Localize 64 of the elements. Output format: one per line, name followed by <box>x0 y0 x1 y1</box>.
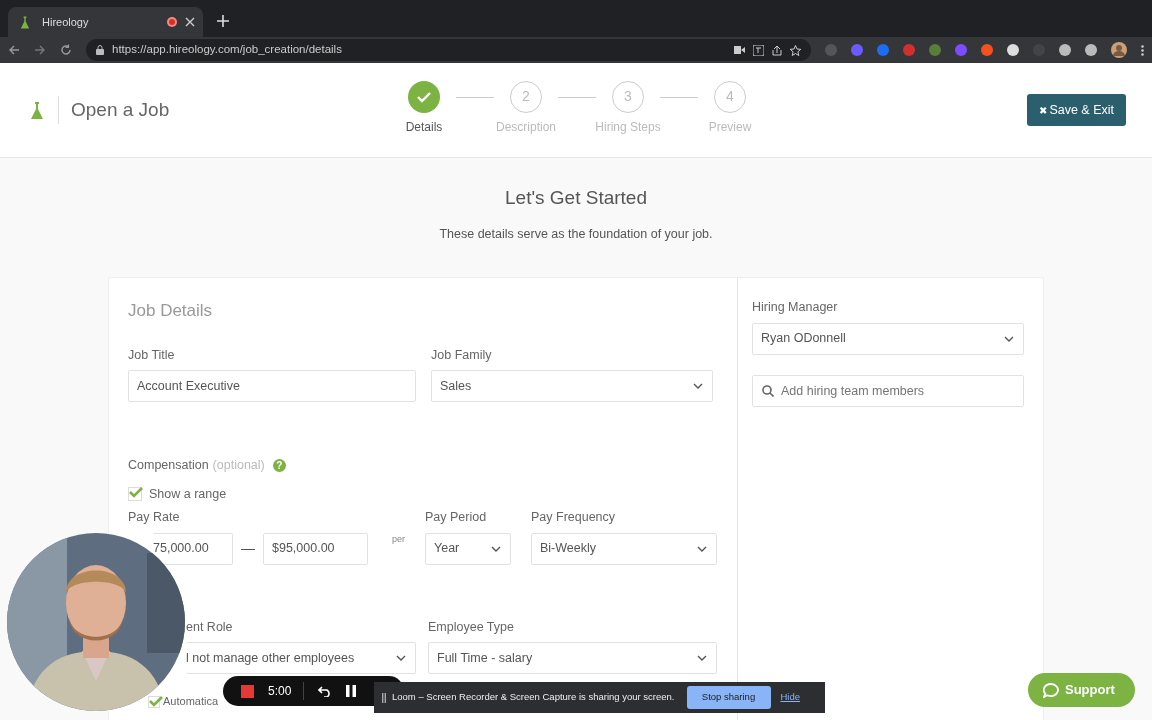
plus-icon[interactable] <box>217 15 229 27</box>
camera-icon <box>734 46 745 54</box>
field-label: Pay Period <box>425 508 488 526</box>
drag-handle-icon[interactable] <box>382 692 386 703</box>
select-field[interactable]: l not manage other employees <box>186 642 416 675</box>
recording-icon <box>167 17 177 27</box>
share-message: Loom – Screen Recorder & Screen Capture is sharing your screen. <box>392 690 675 705</box>
extension-icon[interactable] <box>1007 44 1019 56</box>
save-exit-button[interactable]: ✖ Save & Exit <box>1026 93 1126 127</box>
search-icon <box>762 384 774 397</box>
field-label: ent Role <box>186 618 234 636</box>
select-field[interactable]: Year <box>425 532 511 565</box>
page-title: Open a Job <box>58 95 170 125</box>
reload-icon[interactable] <box>60 44 72 56</box>
field-label: Job Family <box>431 346 493 364</box>
flask-icon <box>28 100 46 120</box>
search-field[interactable]: Add hiring team members <box>752 374 1024 407</box>
undo-icon[interactable] <box>318 685 333 697</box>
share-icon <box>772 44 782 56</box>
forward-icon[interactable] <box>34 44 46 56</box>
select-field[interactable]: Bi-Weekly <box>531 532 717 565</box>
step-circle[interactable] <box>408 80 440 113</box>
check-icon <box>149 694 163 707</box>
field-label: Pay Frequency <box>531 508 617 526</box>
more-icon[interactable] <box>1141 44 1144 56</box>
text-field[interactable]: 75,000.00 <box>153 532 233 565</box>
check-icon <box>129 486 143 499</box>
step-label[interactable]: Details <box>405 117 443 136</box>
checkbox[interactable] <box>148 695 160 708</box>
select-field[interactable]: Sales <box>431 370 713 403</box>
check-icon <box>417 90 431 103</box>
per-label: per <box>391 533 406 546</box>
checkbox-label: Automatica <box>163 694 219 710</box>
text-field[interactable]: $95,000.00 <box>263 532 368 565</box>
field-label: Hiring Manager <box>752 299 839 316</box>
checkbox[interactable] <box>128 487 142 502</box>
hide-link[interactable]: Hide <box>780 690 801 705</box>
back-icon[interactable] <box>8 44 20 56</box>
chat-icon <box>1043 682 1059 698</box>
extension-icon[interactable] <box>1059 44 1071 56</box>
stop-record-button[interactable] <box>241 684 254 698</box>
section-heading: Job Details <box>128 300 214 322</box>
optional-note: (optional) <box>212 457 265 475</box>
close-icon[interactable] <box>185 17 195 27</box>
extension-icon[interactable] <box>1085 44 1097 56</box>
field-label: Pay Rate <box>128 508 181 526</box>
select-field[interactable]: Full Time - salary <box>428 642 717 675</box>
lock-icon <box>96 45 104 55</box>
translate-icon <box>753 44 764 56</box>
avatar-icon[interactable] <box>1111 42 1127 58</box>
field-label: Job Title <box>128 346 176 364</box>
flask-icon <box>18 15 32 29</box>
page-subtitle: These details serve as the foundation of your job. <box>438 225 714 243</box>
range-dash: — <box>241 539 255 558</box>
pause-icon[interactable] <box>346 685 357 697</box>
text-field[interactable]: Account Executive <box>128 370 416 403</box>
field-label: Employee Type <box>428 618 515 636</box>
stop-sharing-button[interactable]: Stop sharing <box>686 686 771 709</box>
select-field[interactable]: Ryan ODonnell <box>752 322 1024 355</box>
star-icon[interactable] <box>790 44 801 56</box>
timer-text: 5:00 <box>268 682 305 700</box>
checkbox-label: Show a range <box>149 486 227 503</box>
field-label: Compensation <box>128 457 209 475</box>
page-heading: Let's Get Started <box>504 186 648 210</box>
